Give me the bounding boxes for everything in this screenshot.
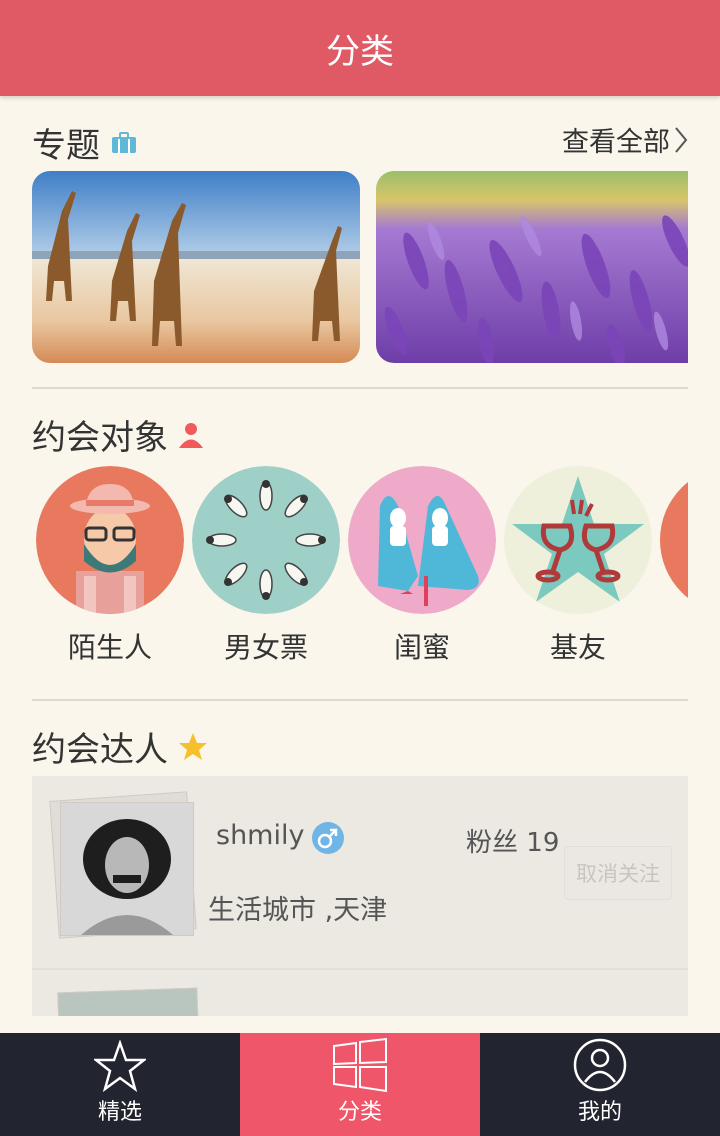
- talent-location: 生活城市 ,天津: [208, 895, 388, 926]
- talent-name: shmily: [216, 820, 305, 851]
- couple-image: [192, 466, 340, 614]
- briefcase-icon: [112, 131, 136, 153]
- dates-header: 约会对象: [32, 410, 204, 459]
- male-icon: [312, 822, 344, 854]
- tab-label: 分类: [337, 1100, 382, 1125]
- tab-category[interactable]: 分类: [240, 1033, 480, 1136]
- divider: [32, 387, 688, 389]
- person-icon: [179, 422, 203, 448]
- tab-label: 精选: [97, 1100, 142, 1125]
- tab-featured[interactable]: 精选: [0, 1033, 240, 1136]
- category-label: 陌生人: [67, 631, 152, 664]
- fans-count: 粉丝 19: [466, 822, 559, 859]
- avatar-photo: [57, 987, 199, 1016]
- chevron-right-icon: [675, 126, 688, 153]
- bestie-image: [348, 466, 496, 614]
- topics-header: 专题: [32, 118, 138, 167]
- grid-icon: [333, 1038, 387, 1092]
- stranger-image: [36, 466, 184, 614]
- category-label: 基友: [549, 631, 606, 664]
- category-stranger[interactable]: 陌生人: [36, 466, 184, 666]
- category-bestie[interactable]: 闺蜜: [348, 466, 496, 666]
- talent-item[interactable]: [32, 970, 688, 1016]
- page-title: 分类: [326, 31, 394, 72]
- partial-category-image: [660, 466, 688, 614]
- avatar[interactable]: [49, 791, 198, 940]
- view-all-link[interactable]: 查看全部: [562, 120, 688, 159]
- avatar-photo: [60, 802, 194, 936]
- topic-card-giraffes[interactable]: [32, 171, 360, 363]
- star-icon: [179, 732, 207, 760]
- category-couple[interactable]: 男女票: [192, 466, 340, 666]
- talent-item[interactable]: shmily 粉丝 19 生活城市 ,天津 取消关注: [32, 776, 688, 968]
- buddy-image: [504, 466, 652, 614]
- fans-label: 粉丝: [466, 828, 519, 858]
- lavender-image: [376, 171, 688, 363]
- talents-header: 约会达人: [32, 722, 208, 771]
- category-label: 男女票: [223, 631, 308, 664]
- divider: [32, 699, 688, 701]
- category-label: 闺蜜: [393, 631, 450, 664]
- header-bar: 分类: [0, 0, 720, 96]
- tab-label: 我的: [577, 1100, 622, 1125]
- unfollow-button[interactable]: 取消关注: [564, 846, 672, 900]
- star-outline-icon: [94, 1040, 146, 1092]
- tab-mine[interactable]: 我的: [480, 1033, 720, 1136]
- giraffes-image: [32, 171, 360, 363]
- category-partial[interactable]: [660, 466, 688, 614]
- topic-card-lavender[interactable]: [376, 171, 688, 363]
- fans-number: 19: [526, 828, 560, 858]
- category-buddy[interactable]: 基友: [504, 466, 652, 666]
- dates-title: 约会对象: [32, 418, 168, 458]
- bottom-tab-bar: 精选 分类 我的: [0, 1033, 720, 1136]
- topics-title: 专题: [32, 126, 100, 166]
- view-all-label: 查看全部: [562, 127, 670, 158]
- user-circle-icon: [573, 1038, 627, 1092]
- talents-title: 约会达人: [32, 730, 168, 770]
- talent-list: shmily 粉丝 19 生活城市 ,天津 取消关注: [32, 776, 688, 1016]
